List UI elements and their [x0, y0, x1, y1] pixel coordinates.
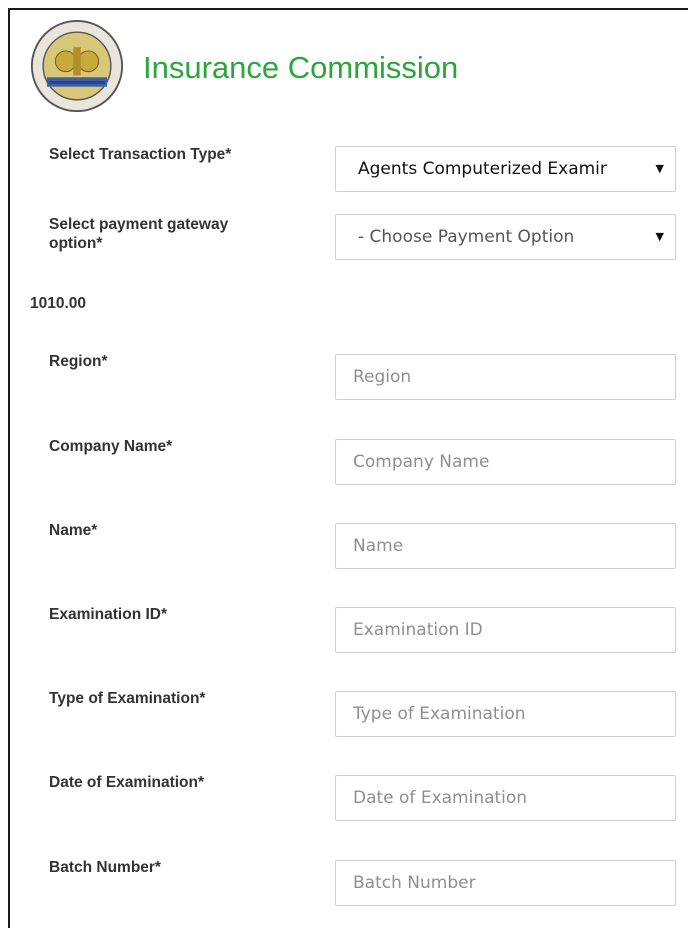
date-of-examination-input[interactable]	[353, 788, 653, 808]
transaction-type-select[interactable]: Agents Computerized Examir ▼	[335, 146, 676, 192]
region-field[interactable]	[335, 354, 676, 400]
dropdown-arrow-icon: ▼	[655, 162, 664, 175]
type-of-examination-input[interactable]	[353, 704, 653, 724]
header	[30, 19, 124, 113]
date-of-examination-label: Date of Examination*	[49, 774, 205, 791]
batch-number-field[interactable]	[335, 860, 676, 906]
region-input[interactable]	[353, 367, 653, 387]
batch-number-input[interactable]	[353, 873, 653, 893]
name-input[interactable]	[353, 536, 653, 556]
dropdown-arrow-icon: ▼	[655, 230, 664, 243]
region-label: Region*	[49, 353, 108, 370]
type-of-examination-field[interactable]	[335, 691, 676, 737]
examination-id-input[interactable]	[353, 620, 653, 640]
name-field[interactable]	[335, 523, 676, 569]
examination-id-label: Examination ID*	[49, 606, 167, 623]
company-name-input[interactable]	[353, 452, 653, 472]
company-name-label: Company Name*	[49, 438, 173, 455]
transaction-type-value: Agents Computerized Examir	[358, 159, 607, 179]
payment-gateway-label: Select payment gateway option*	[49, 216, 229, 252]
date-of-examination-field[interactable]	[335, 775, 676, 821]
company-name-field[interactable]	[335, 439, 676, 485]
transaction-type-label: Select Transaction Type*	[49, 146, 232, 163]
examination-id-field[interactable]	[335, 607, 676, 653]
name-label: Name*	[49, 522, 98, 539]
brand-title: Insurance Commission	[143, 50, 459, 85]
payment-gateway-select[interactable]: - Choose Payment Option ▼	[335, 214, 676, 260]
batch-number-label: Batch Number*	[49, 859, 161, 876]
type-of-examination-label: Type of Examination*	[49, 690, 206, 707]
insurance-commission-seal-icon	[30, 19, 124, 113]
payment-gateway-value: - Choose Payment Option	[358, 227, 575, 247]
amount-value: 1010.00	[30, 295, 87, 312]
